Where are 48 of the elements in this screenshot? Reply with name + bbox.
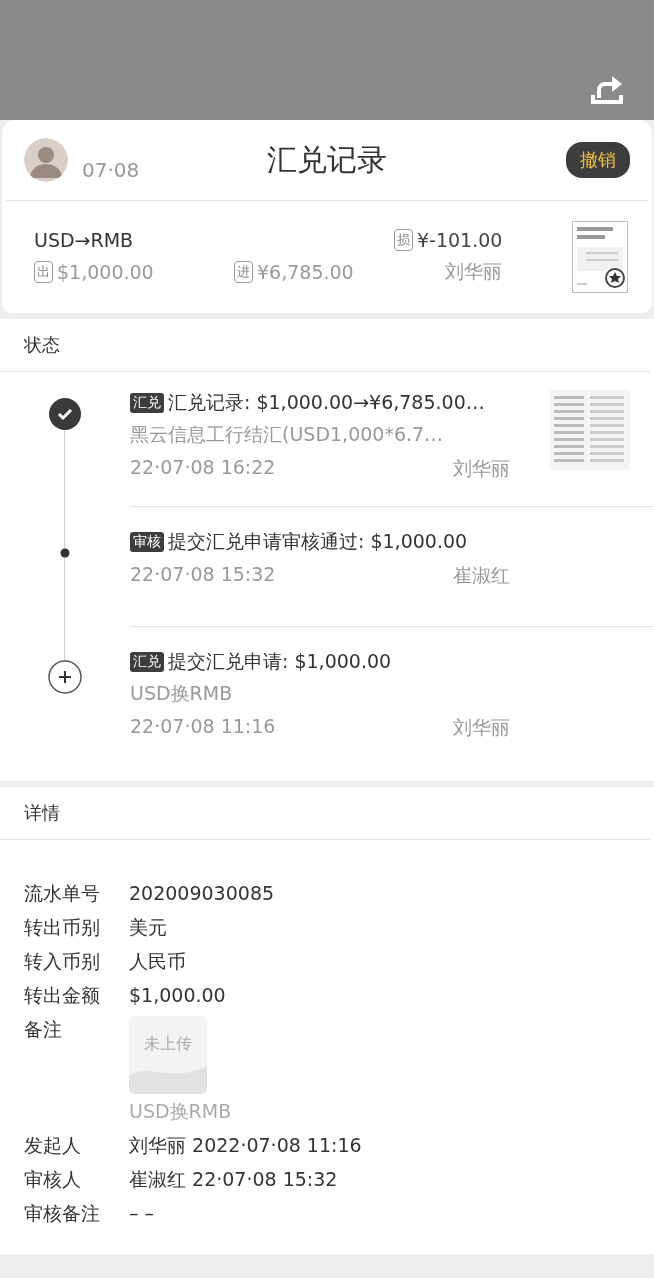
field-label: 审核备注 [24, 1201, 101, 1226]
revoke-button[interactable]: 撤销 [566, 142, 630, 178]
field-label: 转出金额 [24, 983, 101, 1008]
date-text: 07·08 [82, 158, 140, 182]
timestamp: 22·07·08 11:16 [130, 715, 276, 739]
person-name: 崔淑红 [453, 563, 510, 588]
timestamp: 22·07·08 15:32 [130, 563, 276, 587]
person-name: 刘华丽 [453, 456, 510, 481]
field-label: 转入币别 [24, 949, 101, 974]
tag-label: 汇兑 [130, 652, 164, 672]
amount-text: $1,000.00 [57, 261, 154, 283]
amount-text: ¥6,785.00 [257, 261, 354, 283]
tag-label: 出 [34, 261, 53, 283]
event-note: USD换RMB [130, 681, 234, 706]
section-title: 详情 [0, 787, 650, 840]
check-icon [49, 398, 81, 430]
field-value: 美元 [129, 915, 167, 940]
amount-text: ¥-101.00 [417, 229, 503, 251]
currency-pair: USD→RMB [34, 229, 135, 251]
field-label: 备注 [24, 1017, 63, 1042]
event-title: 汇兑记录: $1,000.00→¥6,785.00… [168, 390, 485, 415]
field-value: – – [129, 1201, 155, 1226]
timestamp: 22·07·08 16:22 [130, 456, 276, 480]
tag-label: 损 [394, 229, 413, 251]
field-value: 202009030085 [129, 881, 275, 906]
event-note: 黑云信息工行结汇(USD1,000*6.7… [130, 422, 445, 447]
field-value: 崔淑红 22·07·08 15:32 [129, 1167, 338, 1192]
tag-label: 进 [234, 261, 253, 283]
event-title: 提交汇兑申请审核通过: $1,000.00 [168, 529, 468, 554]
field-label: 审核人 [24, 1167, 82, 1192]
field-label: 流水单号 [24, 881, 101, 906]
person-name: 刘华丽 [453, 715, 510, 740]
field-label: 转出币别 [24, 915, 101, 940]
tag-label: 汇兑 [130, 393, 164, 413]
avatar [24, 138, 68, 182]
tag-label: 审核 [130, 532, 164, 552]
dot-icon [60, 548, 70, 558]
plus-icon[interactable] [48, 660, 82, 694]
image-caption: USD换RMB [129, 1099, 232, 1124]
person-name: 刘华丽 [445, 259, 503, 284]
section-title: 状态 [0, 319, 650, 372]
event-title: 提交汇兑申请: $1,000.00 [168, 649, 392, 674]
field-value: 刘华丽 2022·07·08 11:16 [129, 1133, 362, 1158]
field-value: $1,000.00 [129, 983, 226, 1008]
page-title: 汇兑记录 [267, 140, 387, 179]
field-value: 人民币 [129, 949, 186, 974]
field-label: 发起人 [24, 1133, 82, 1158]
placeholder-text: 未上传 [144, 1034, 192, 1054]
